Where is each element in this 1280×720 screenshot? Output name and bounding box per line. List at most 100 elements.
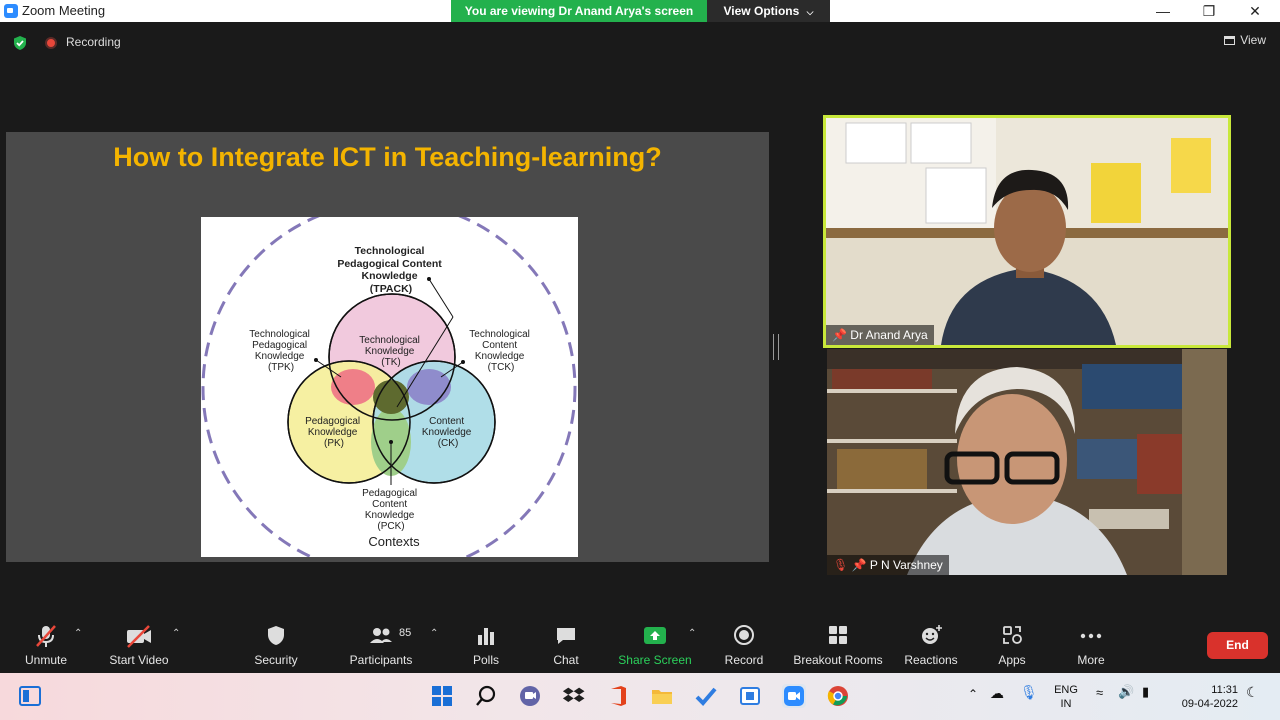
pk-label-2: Knowledge — [308, 427, 358, 438]
window-title: Zoom Meeting — [22, 3, 106, 18]
start-video-label: Start Video — [109, 653, 169, 667]
chat-bubble-icon — [557, 628, 575, 644]
view-options-label: View Options — [723, 4, 800, 18]
file-explorer-icon[interactable] — [650, 684, 674, 708]
title-bar: Zoom Meeting You are viewing Dr Anand Ar… — [0, 0, 1280, 22]
office-icon[interactable] — [606, 684, 630, 708]
video-feed-anand — [826, 118, 1228, 345]
ck-label-2: Knowledge — [422, 427, 472, 438]
whiteboard-app-icon[interactable] — [738, 684, 762, 708]
tck-label-1: Technological — [469, 329, 530, 340]
apps-button[interactable]: Apps — [994, 623, 1030, 667]
chrome-icon[interactable] — [826, 684, 850, 708]
encryption-shield-icon[interactable] — [12, 35, 28, 51]
reactions-smiley-icon — [922, 625, 942, 644]
close-window-button[interactable]: ✕ — [1232, 0, 1278, 22]
maximize-button[interactable]: ❐ — [1186, 0, 1232, 22]
dropbox-icon[interactable] — [562, 684, 586, 708]
tpk-label-1: Technological — [249, 329, 310, 340]
view-options-button[interactable]: View Options ⌵ — [707, 0, 830, 22]
audio-options-caret[interactable]: ⌃ — [74, 628, 82, 639]
pin-icon: 📌 — [832, 328, 847, 342]
shared-screen: How to Integrate ICT in Teaching-learnin… — [6, 132, 769, 562]
volume-icon[interactable]: 🔊 — [1118, 685, 1134, 699]
cloud-icon[interactable]: ☁ — [990, 686, 1004, 700]
microphone-in-use-icon[interactable]: 🎙 — [1020, 685, 1038, 699]
participant-name-tag: 📌 Dr Anand Arya — [826, 325, 934, 345]
record-label: Record — [724, 653, 764, 667]
chevron-down-icon: ⌵ — [806, 7, 814, 17]
viewing-screen-banner: You are viewing Dr Anand Arya's screen — [451, 0, 707, 22]
search-icon[interactable] — [474, 684, 498, 708]
ck-label-1: Content — [429, 416, 464, 427]
tck-label-2: Content — [482, 340, 517, 351]
chat-button[interactable]: Chat — [547, 623, 585, 667]
apps-icon — [1003, 626, 1022, 644]
share-screen-button[interactable]: Share Screen — [616, 623, 694, 667]
reactions-button[interactable]: Reactions — [902, 623, 960, 667]
security-label: Security — [254, 653, 298, 667]
share-options-caret[interactable]: ⌃ — [688, 628, 696, 639]
start-video-button[interactable]: Start Video — [104, 623, 174, 667]
slide-title: How to Integrate ICT in Teaching-learnin… — [113, 142, 662, 172]
panel-resize-handle[interactable] — [773, 334, 779, 360]
clock-date: 09-04-2022 — [1181, 698, 1238, 710]
more-button[interactable]: More — [1072, 623, 1110, 667]
tk-label-1: Technological — [359, 335, 420, 346]
record-button[interactable]: Record — [722, 623, 766, 667]
polls-icon — [478, 628, 494, 645]
pck-label-2: Content — [372, 499, 407, 510]
battery-icon[interactable]: ▮ — [1142, 685, 1149, 699]
breakout-rooms-button[interactable]: Breakout Rooms — [790, 623, 886, 667]
widgets-icon[interactable] — [18, 684, 42, 708]
video-options-caret[interactable]: ⌃ — [172, 628, 180, 639]
view-label: View — [1240, 33, 1266, 47]
polls-button[interactable]: Polls — [466, 623, 506, 667]
end-meeting-button[interactable]: End — [1207, 632, 1268, 659]
reactions-label: Reactions — [904, 653, 958, 667]
pck-label-3: Knowledge — [365, 510, 415, 521]
participants-count: 85 — [399, 627, 412, 639]
tpk-label-3: Knowledge — [255, 351, 305, 362]
teams-chat-icon[interactable] — [518, 684, 542, 708]
recording-label[interactable]: Recording — [66, 35, 121, 49]
tk-label-3: (TK) — [381, 357, 400, 368]
video-tile-dr-anand-arya[interactable]: 📌 Dr Anand Arya — [823, 115, 1231, 348]
participants-button[interactable]: 85 Participants — [345, 623, 417, 667]
unmute-button[interactable]: Unmute — [18, 623, 74, 667]
participant-name-tag: 🎙 📌 P N Varshney — [827, 555, 949, 575]
focus-moon-icon[interactable]: ☾ — [1246, 685, 1259, 699]
video-feed-varshney — [827, 349, 1227, 575]
view-button[interactable]: View — [1224, 33, 1266, 47]
security-button[interactable]: Security — [250, 623, 302, 667]
participants-options-caret[interactable]: ⌃ — [430, 628, 438, 639]
input-language-indicator[interactable]: ENG IN — [1050, 683, 1082, 711]
zoom-taskbar-icon[interactable] — [782, 684, 806, 708]
recording-dot-icon — [45, 37, 57, 49]
minimize-button[interactable]: — — [1140, 0, 1186, 22]
share-screen-arrow-icon — [644, 627, 666, 644]
polls-label: Polls — [472, 653, 499, 667]
participants-icon — [370, 628, 392, 643]
tk-label-2: Knowledge — [365, 346, 415, 357]
pin-icon: 📌 — [851, 558, 867, 572]
pck-label-1: Pedagogical — [362, 488, 417, 499]
security-shield-icon — [268, 626, 284, 645]
wifi-icon[interactable]: ≈ — [1096, 686, 1103, 700]
contexts-label: Contexts — [368, 534, 420, 549]
ck-label-3: (CK) — [438, 438, 459, 449]
gallery-view-icon — [1224, 36, 1236, 46]
clock-time: 11:31 — [1211, 684, 1238, 696]
participant-name: P N Varshney — [869, 558, 943, 572]
video-tile-p-n-varshney[interactable]: 🎙 📌 P N Varshney — [827, 349, 1227, 575]
share-screen-label: Share Screen — [618, 653, 692, 667]
clock[interactable]: 11:31 09-04-2022 — [1172, 683, 1238, 711]
participants-icon-wrap: 85 — [345, 623, 417, 649]
windows-start-icon[interactable] — [430, 684, 454, 708]
todo-check-icon[interactable] — [694, 684, 718, 708]
show-hidden-icons-chevron[interactable]: ⌃ — [968, 687, 978, 701]
tpk-label-4: (TPK) — [268, 362, 294, 373]
tpack-label-3: Knowledge — [362, 270, 418, 282]
tck-label-4: (TCK) — [488, 362, 515, 373]
pk-label-3: (PK) — [324, 438, 344, 449]
